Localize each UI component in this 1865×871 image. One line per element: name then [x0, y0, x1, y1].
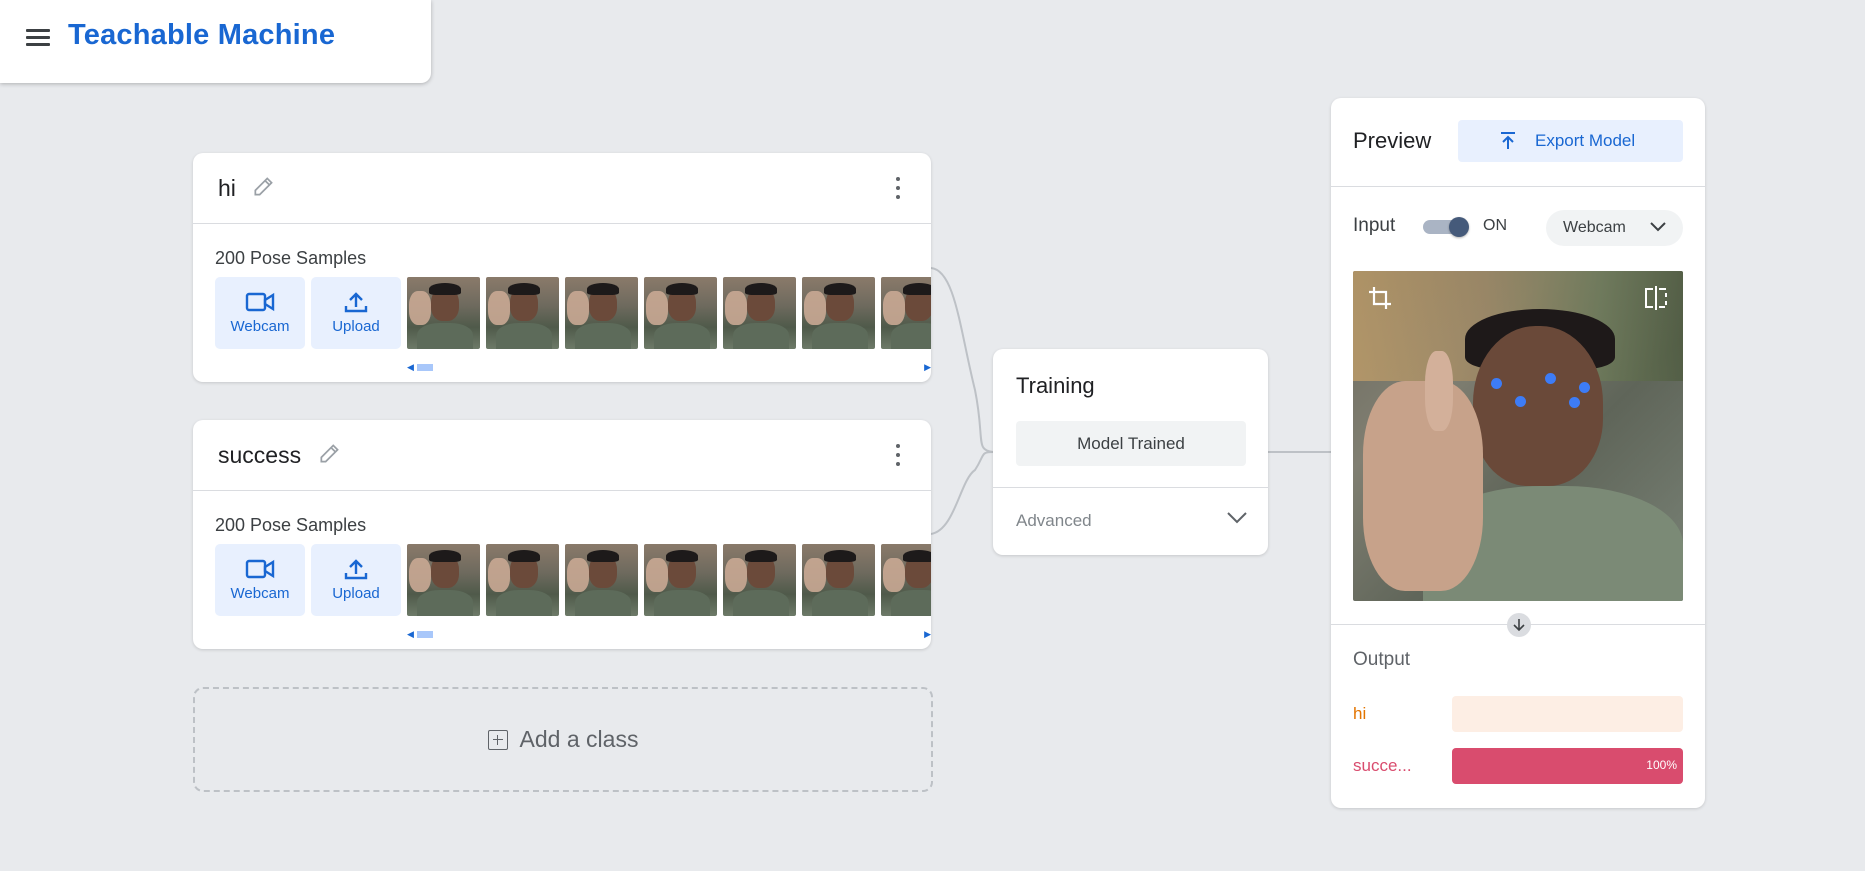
chevron-down-icon[interactable]: [1226, 511, 1248, 525]
sample-thumbnail[interactable]: [565, 277, 638, 349]
video-camera-icon: [245, 559, 275, 579]
scroll-right-icon[interactable]: ▶: [924, 362, 931, 373]
model-trained-button[interactable]: Model Trained: [1016, 421, 1246, 466]
divider: [993, 487, 1268, 488]
sample-thumbnail[interactable]: [565, 544, 638, 616]
scroll-left-icon[interactable]: ◀: [407, 629, 414, 640]
upload-icon: [344, 559, 368, 580]
pose-keypoint: [1569, 397, 1580, 408]
training-title: Training: [1016, 373, 1095, 398]
sample-thumbnails: [407, 277, 931, 349]
sample-thumbnail[interactable]: [407, 277, 480, 349]
sample-thumbnail[interactable]: [881, 544, 931, 616]
output-row-hi: hi: [1353, 696, 1683, 732]
flip-horizontal-icon[interactable]: [1643, 285, 1669, 311]
upload-button[interactable]: Upload: [311, 277, 401, 349]
app-title[interactable]: Teachable Machine: [68, 19, 335, 52]
advanced-toggle[interactable]: Advanced: [1016, 511, 1092, 531]
scrollbar-thumb[interactable]: [417, 631, 433, 638]
output-title: Output: [1353, 649, 1411, 670]
more-options-icon[interactable]: [895, 177, 901, 199]
sample-thumbnail[interactable]: [407, 544, 480, 616]
crop-icon[interactable]: [1367, 285, 1393, 311]
scrollbar-thumb[interactable]: [417, 364, 433, 371]
sample-count: 200 Pose Samples: [215, 515, 367, 535]
input-source-select[interactable]: Webcam: [1546, 210, 1683, 246]
sample-thumbnail[interactable]: [486, 544, 559, 616]
add-class-label: Add a class: [519, 726, 639, 752]
class-card-success: success 200 Pose Samples Webcam Upload ◀: [193, 420, 931, 649]
scroll-left-icon[interactable]: ◀: [407, 362, 414, 373]
class-card-header: success: [193, 420, 931, 491]
pose-keypoint: [1491, 378, 1502, 389]
sample-thumbnail[interactable]: [802, 277, 875, 349]
sample-thumbnail[interactable]: [723, 544, 796, 616]
thumbnail-scrollbar[interactable]: ◀ ▶: [407, 362, 931, 372]
webcam-button[interactable]: Webcam: [215, 544, 305, 616]
edit-pencil-icon[interactable]: [251, 173, 277, 199]
webcam-button-label: Webcam: [230, 318, 290, 335]
more-options-icon[interactable]: [895, 444, 901, 466]
upload-button-label: Upload: [332, 585, 380, 602]
preview-title: Preview: [1353, 128, 1432, 153]
app-header: Teachable Machine: [0, 0, 431, 83]
input-label: Input: [1353, 215, 1396, 236]
add-class-button[interactable]: Add a class: [193, 687, 933, 792]
export-model-label: Export Model: [1535, 131, 1636, 150]
class-card-header: hi: [193, 153, 931, 224]
sample-thumbnail[interactable]: [644, 277, 717, 349]
sample-thumbnail[interactable]: [486, 277, 559, 349]
class-card-hi: hi 200 Pose Samples Webcam Upload ◀ ▶: [193, 153, 931, 382]
webcam-button[interactable]: Webcam: [215, 277, 305, 349]
webcam-preview: [1353, 271, 1683, 601]
preview-panel: Preview Export Model Input ON Webcam Out…: [1331, 98, 1705, 808]
sample-thumbnail[interactable]: [881, 277, 931, 349]
edit-pencil-icon[interactable]: [317, 440, 343, 466]
class-name[interactable]: hi: [218, 175, 236, 202]
output-row-success: succe... 100%: [1353, 748, 1683, 784]
webcam-button-label: Webcam: [230, 585, 290, 602]
sample-count: 200 Pose Samples: [215, 248, 367, 268]
thumbnail-scrollbar[interactable]: ◀ ▶: [407, 629, 931, 639]
export-model-button[interactable]: Export Model: [1458, 120, 1683, 162]
pose-keypoint: [1545, 373, 1556, 384]
sample-thumbnail[interactable]: [723, 277, 796, 349]
sample-thumbnails: [407, 544, 931, 616]
scroll-right-icon[interactable]: ▶: [924, 629, 931, 640]
sample-thumbnail[interactable]: [644, 544, 717, 616]
export-upload-icon: [1501, 132, 1515, 149]
pose-keypoint: [1515, 396, 1526, 407]
arrow-down-icon[interactable]: [1507, 613, 1531, 637]
video-camera-icon: [245, 292, 275, 312]
upload-icon: [344, 292, 368, 313]
input-source-value: Webcam: [1563, 219, 1626, 236]
chevron-down-icon: [1650, 222, 1666, 232]
add-box-icon: [487, 729, 508, 750]
training-card: Training Model Trained Advanced: [993, 349, 1268, 555]
confidence-percent: 100%: [1646, 758, 1677, 772]
divider: [1331, 186, 1705, 187]
output-class-label: succe...: [1353, 756, 1412, 775]
confidence-bar: [1452, 696, 1683, 732]
pose-keypoint: [1579, 382, 1590, 393]
upload-button-label: Upload: [332, 318, 380, 335]
upload-button[interactable]: Upload: [311, 544, 401, 616]
confidence-bar: 100%: [1452, 748, 1683, 784]
class-name[interactable]: success: [218, 442, 301, 469]
input-toggle[interactable]: [1423, 217, 1469, 237]
output-class-label: hi: [1353, 704, 1367, 723]
toggle-state-label: ON: [1483, 217, 1507, 234]
sample-thumbnail[interactable]: [802, 544, 875, 616]
hamburger-menu-icon[interactable]: [26, 29, 50, 47]
